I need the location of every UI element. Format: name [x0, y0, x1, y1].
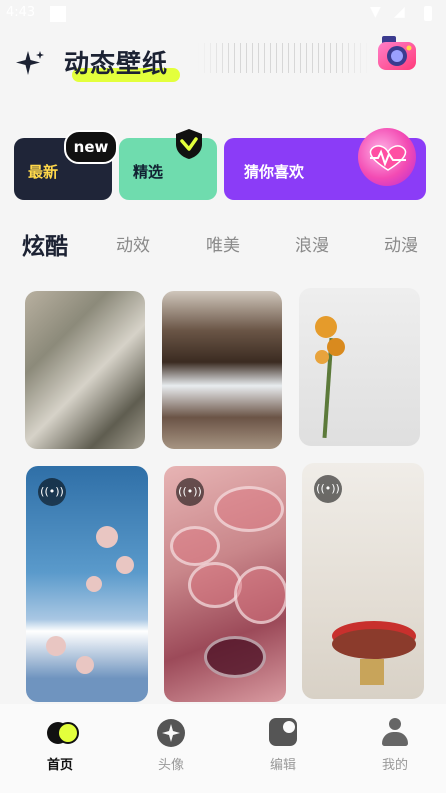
edit-icon: [266, 718, 300, 748]
status-time: 4:43: [6, 5, 36, 20]
page-title: 动态壁纸: [64, 44, 180, 82]
camera-icon[interactable]: [376, 34, 418, 74]
wallpaper-tile[interactable]: [299, 288, 420, 446]
category-featured-label: 精选: [133, 163, 164, 181]
notification-icon: [50, 6, 66, 22]
shield-check-icon: [176, 129, 202, 159]
category-recommend-label: 猜你喜欢: [244, 163, 305, 181]
category-tabs: 炫酷 动效 唯美 浪漫 动漫: [0, 224, 446, 264]
battery-icon: [424, 6, 432, 21]
nav-home-label: 首页: [46, 758, 73, 773]
tab-cool[interactable]: 炫酷: [22, 227, 68, 261]
category-featured-card[interactable]: 精选: [119, 129, 217, 200]
category-recommend-card[interactable]: 猜你喜欢: [224, 128, 426, 200]
wifi-icon: ▼: [370, 4, 381, 20]
nav-edit[interactable]: 编辑: [243, 718, 323, 773]
signal-icon: ◢: [394, 4, 405, 20]
sparkle-icon: [16, 51, 44, 75]
nav-avatar-label: 头像: [157, 758, 184, 773]
live-wallpaper-icon: ((•)): [38, 478, 66, 506]
wallpaper-tile[interactable]: [162, 291, 282, 449]
user-icon: [378, 718, 412, 748]
wallpaper-tile-live[interactable]: ((•)): [164, 466, 286, 702]
heart-blob-icon: [358, 128, 416, 186]
wallpaper-tile-live[interactable]: ((•)): [26, 466, 148, 702]
live-wallpaper-icon: ((•)): [176, 478, 204, 506]
bottom-navigation: 首页 头像 编辑 我的: [0, 704, 446, 793]
nav-profile-label: 我的: [381, 758, 408, 773]
tab-motion[interactable]: 动效: [116, 231, 150, 256]
home-icon: [43, 718, 79, 748]
tab-romantic[interactable]: 浪漫: [295, 231, 329, 256]
new-badge: new: [64, 130, 118, 164]
nav-edit-label: 编辑: [269, 758, 296, 773]
decorative-ruler: [198, 43, 370, 73]
app-header: 动态壁纸: [0, 30, 446, 92]
nav-profile[interactable]: 我的: [355, 718, 435, 773]
tab-aesthetic[interactable]: 唯美: [206, 231, 240, 256]
wallpaper-tile[interactable]: [25, 291, 145, 449]
wallpaper-tile-live[interactable]: ((•)): [302, 463, 424, 699]
category-new-label: 最新: [28, 163, 59, 181]
nav-home[interactable]: 首页: [20, 718, 100, 773]
category-new-card[interactable]: 最新 new: [14, 130, 118, 200]
compass-icon: [154, 718, 188, 748]
live-wallpaper-icon: ((•)): [314, 475, 342, 503]
status-bar: 4:43 ▼ ◢: [0, 0, 446, 28]
tab-anime[interactable]: 动漫: [384, 231, 418, 256]
nav-avatar[interactable]: 头像: [131, 718, 211, 773]
